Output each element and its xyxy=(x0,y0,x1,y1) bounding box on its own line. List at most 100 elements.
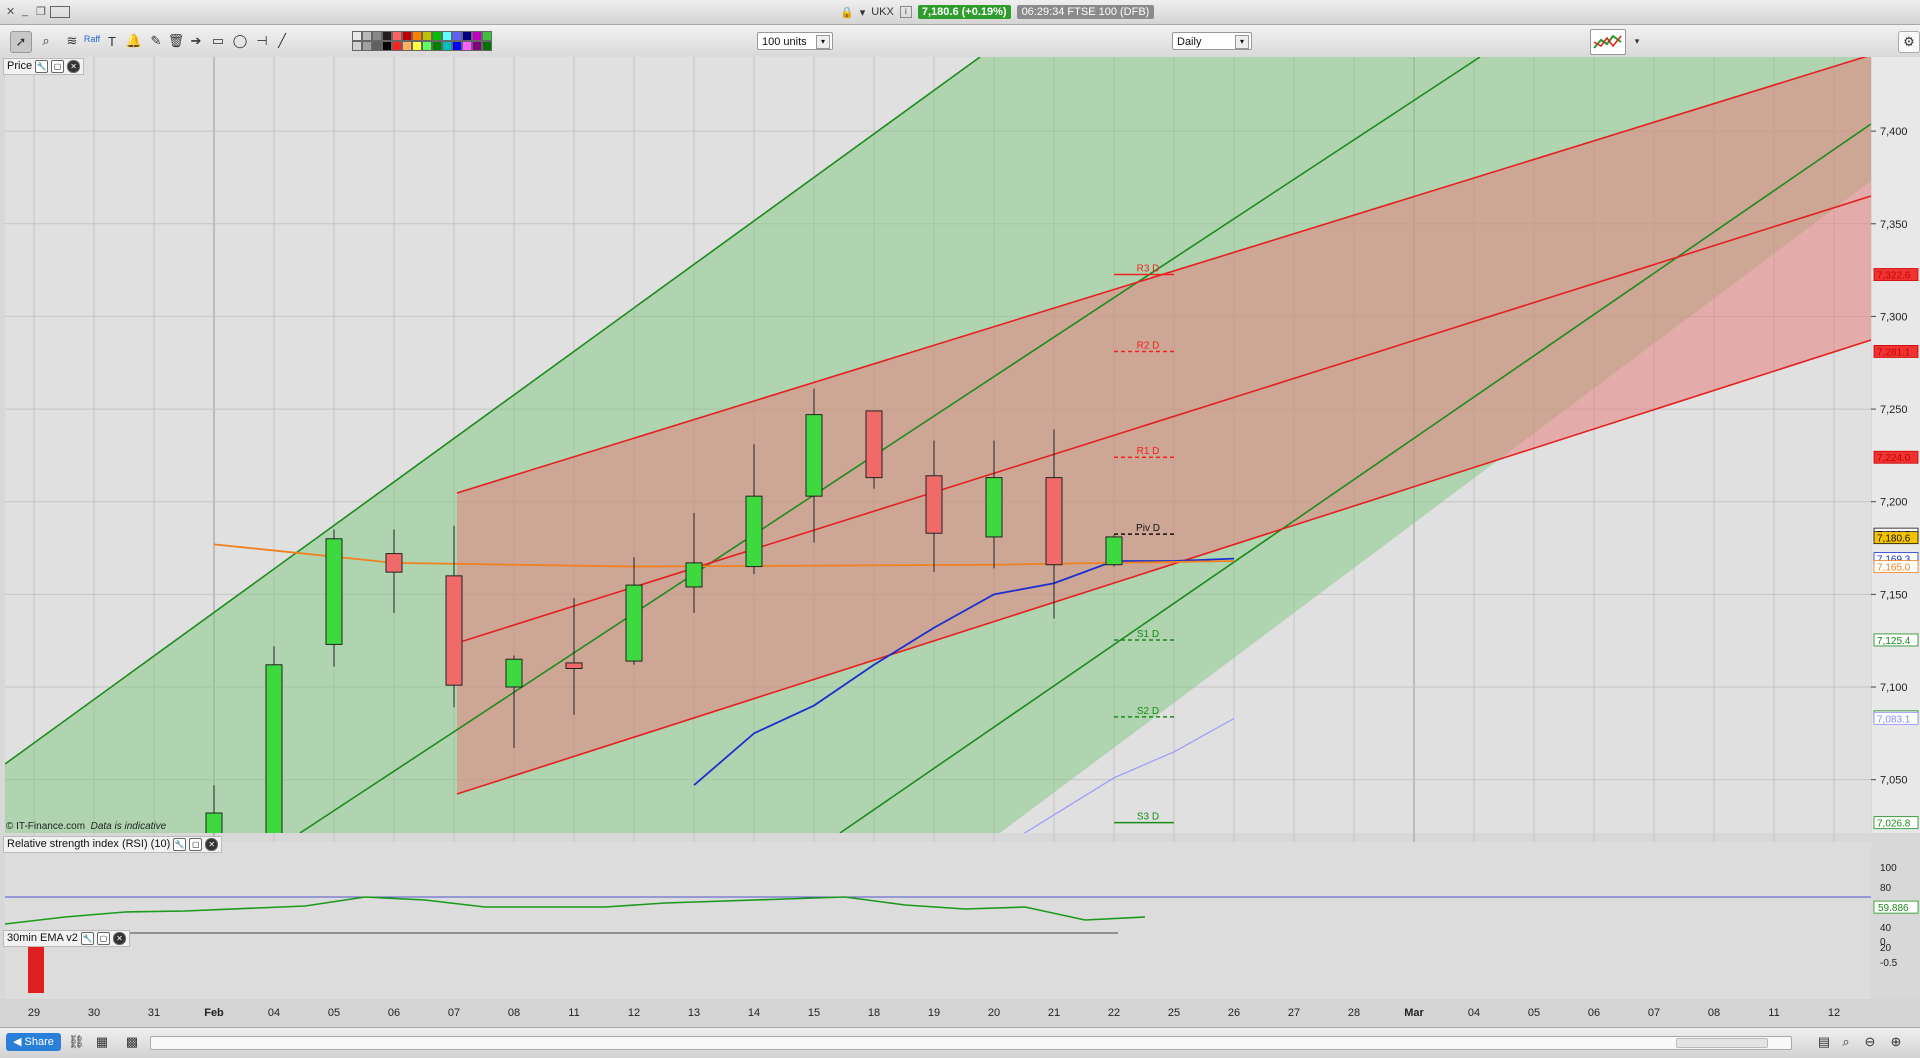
zoom-tool-icon[interactable]: ⌕ xyxy=(36,31,56,51)
wrench-icon[interactable]: 🔧 xyxy=(35,60,49,73)
delete-icon[interactable]: 🗑 xyxy=(166,31,186,51)
chevron-down-icon[interactable]: ▾ xyxy=(860,6,866,19)
color-swatch[interactable] xyxy=(452,31,462,41)
rectangle-tool-icon[interactable]: ▭ xyxy=(208,31,228,51)
bottom-bar: ◀ Share ⛓ ▦ ▩ ▤ ⌕ ⊖ ⊕ xyxy=(0,1027,1920,1058)
price-tag-label: 7,026.8 xyxy=(1877,819,1911,830)
candle-body[interactable] xyxy=(325,538,343,645)
candle-body[interactable] xyxy=(985,477,1003,538)
trendline-tool-icon[interactable]: ╱ xyxy=(272,31,292,51)
text-tool-icon[interactable]: T xyxy=(102,31,122,51)
close-panel-icon[interactable]: ✕ xyxy=(205,838,219,851)
candle-body[interactable] xyxy=(925,475,943,534)
color-swatch[interactable] xyxy=(372,31,382,41)
color-swatch[interactable] xyxy=(412,41,422,51)
info-icon[interactable]: i xyxy=(899,6,912,18)
credit-text: © IT-Finance.com Data is indicative xyxy=(6,821,167,832)
color-swatch[interactable] xyxy=(412,31,422,41)
chart-settings-icon[interactable]: ▤ xyxy=(1816,1034,1832,1050)
horizontal-scrollbar[interactable] xyxy=(150,1036,1792,1050)
color-swatch[interactable] xyxy=(472,41,482,51)
chart-area[interactable]: R3 D R2 D R1 D Piv D S1 D S2 D S3 D 7,400 7,350… xyxy=(0,57,1920,1027)
candle-body[interactable] xyxy=(865,410,883,479)
candle-body[interactable] xyxy=(565,662,583,669)
color-swatch[interactable] xyxy=(452,41,462,51)
close-panel-icon[interactable]: ✕ xyxy=(67,60,81,73)
color-swatch[interactable] xyxy=(442,31,452,41)
color-swatch[interactable] xyxy=(462,31,472,41)
color-swatch[interactable] xyxy=(362,41,372,51)
color-swatch[interactable] xyxy=(372,41,382,51)
candle-body[interactable] xyxy=(1045,477,1063,566)
zoom-fit-icon[interactable]: ⌕ xyxy=(1838,1034,1854,1050)
candle-body[interactable] xyxy=(505,658,523,688)
color-swatch[interactable] xyxy=(442,41,452,51)
price-tick-label: 7,150 xyxy=(1880,589,1908,601)
color-swatch[interactable] xyxy=(472,31,482,41)
candle-body[interactable] xyxy=(1105,536,1123,566)
date-tick-label: 27 xyxy=(1288,1007,1300,1019)
color-swatch[interactable] xyxy=(392,31,402,41)
candle-body[interactable] xyxy=(205,812,223,835)
color-swatch[interactable] xyxy=(352,31,362,41)
pivot-label: S1 D xyxy=(1137,629,1159,640)
candle-body[interactable] xyxy=(745,495,763,568)
chevron-down-icon[interactable]: ▾ xyxy=(1627,31,1647,51)
maximize-panel-icon[interactable]: ▢ xyxy=(189,838,203,851)
color-swatch[interactable] xyxy=(402,31,412,41)
share-button[interactable]: ◀ Share xyxy=(6,1033,61,1051)
maximize-panel-icon[interactable]: ▢ xyxy=(96,932,110,945)
maximize-panel-icon[interactable]: ▢ xyxy=(51,60,65,73)
close-panel-icon[interactable]: ✕ xyxy=(112,932,126,945)
color-swatch[interactable] xyxy=(382,41,392,51)
chart-type-button[interactable] xyxy=(1590,29,1626,55)
alert-bell-icon[interactable]: 🔔 xyxy=(124,31,144,51)
color-swatch[interactable] xyxy=(402,41,412,51)
color-swatch[interactable] xyxy=(422,31,432,41)
color-swatch[interactable] xyxy=(382,31,392,41)
grid-icon[interactable]: ▩ xyxy=(124,1034,140,1050)
horizontal-line-tool-icon[interactable]: ⊣ xyxy=(252,31,272,51)
color-swatch[interactable] xyxy=(352,41,362,51)
period-select[interactable]: Daily ▾ xyxy=(1172,32,1252,50)
color-swatch[interactable] xyxy=(362,31,372,41)
price-tick-label: 7,200 xyxy=(1880,497,1908,509)
keyboard-icon[interactable] xyxy=(50,6,70,18)
zoom-in-icon[interactable]: ⊕ xyxy=(1888,1034,1904,1050)
zoom-out-icon[interactable]: ⊖ xyxy=(1862,1034,1878,1050)
arrow-tool-icon[interactable]: ➔ xyxy=(186,31,206,51)
candle-body[interactable] xyxy=(265,664,283,835)
color-swatch[interactable] xyxy=(462,41,472,51)
units-select[interactable]: 100 units ▾ xyxy=(757,32,833,50)
candle-body[interactable] xyxy=(445,575,463,686)
candle-body[interactable] xyxy=(625,584,643,662)
measure-tool-icon[interactable]: ✎ xyxy=(146,31,166,51)
close-window-icon[interactable]: ✕ xyxy=(6,5,15,18)
color-swatch[interactable] xyxy=(422,41,432,51)
pointer-tool-icon[interactable]: ➚ xyxy=(10,31,32,53)
wrench-icon[interactable]: 🔧 xyxy=(80,932,94,945)
candle-body[interactable] xyxy=(385,553,403,573)
color-swatch[interactable] xyxy=(432,31,442,41)
candle-body[interactable] xyxy=(805,414,823,497)
color-swatch[interactable] xyxy=(432,41,442,51)
date-tick-label: 11 xyxy=(568,1007,579,1019)
color-swatch[interactable] xyxy=(392,41,402,51)
raff-channel-tool-icon[interactable]: Raff xyxy=(82,29,102,49)
restore-window-icon[interactable]: ❐ xyxy=(36,5,46,18)
ema-panel-header: 30min EMA v2 🔧 ▢ ✕ xyxy=(3,930,130,947)
date-tick-label: Mar xyxy=(1404,1007,1424,1019)
minimize-window-icon[interactable]: _ xyxy=(22,5,28,17)
color-swatch[interactable] xyxy=(482,41,492,51)
price-tick-label: 7,250 xyxy=(1880,404,1908,416)
ellipse-tool-icon[interactable]: ◯ xyxy=(230,31,250,51)
color-swatch[interactable] xyxy=(482,31,492,41)
candle-body[interactable] xyxy=(685,562,703,588)
date-tick-label: 04 xyxy=(1468,1007,1480,1019)
wrench-icon[interactable]: 🔧 xyxy=(173,838,187,851)
settings-icon[interactable]: ⚙ xyxy=(1898,31,1920,53)
link-icon[interactable]: ⛓ xyxy=(68,1034,85,1050)
fibonacci-tool-icon[interactable]: ≋ xyxy=(62,31,82,51)
scroll-thumb[interactable] xyxy=(1676,1038,1768,1048)
table-icon[interactable]: ▦ xyxy=(94,1034,110,1050)
